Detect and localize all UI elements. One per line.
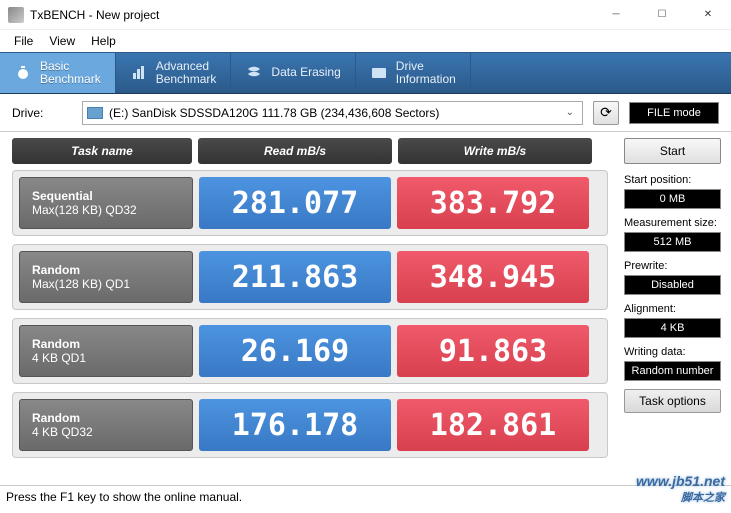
task-cell[interactable]: SequentialMax(128 KB) QD32	[19, 177, 193, 229]
read-value: 211.863	[199, 251, 391, 303]
task-sub: Max(128 KB) QD1	[32, 277, 192, 291]
title-bar: TxBENCH - New project ─ ☐ ✕	[0, 0, 731, 30]
task-sub: Max(128 KB) QD32	[32, 203, 192, 217]
results-panel: Task name Read mB/s Write mB/s Sequentia…	[0, 132, 620, 485]
disk-icon	[87, 107, 103, 119]
task-cell[interactable]: Random4 KB QD1	[19, 325, 193, 377]
start-button[interactable]: Start	[624, 138, 721, 164]
reload-button[interactable]: ⟳	[593, 101, 619, 125]
startpos-label: Start position:	[624, 174, 721, 186]
tab-advanced-benchmark[interactable]: Advanced Benchmark	[116, 53, 232, 93]
stopwatch-icon	[14, 64, 32, 82]
meassize-label: Measurement size:	[624, 217, 721, 229]
drive-select[interactable]: (E:) SanDisk SDSSDA120G 111.78 GB (234,4…	[82, 101, 583, 125]
window-title: TxBENCH - New project	[30, 8, 593, 22]
startpos-value[interactable]: 0 MB	[624, 189, 721, 209]
header-task: Task name	[12, 138, 192, 164]
writedata-value[interactable]: Random number	[624, 361, 721, 381]
menu-bar: File View Help	[0, 30, 731, 52]
bars-icon	[130, 64, 148, 82]
align-value[interactable]: 4 KB	[624, 318, 721, 338]
writedata-label: Writing data:	[624, 346, 721, 358]
tab-data-erasing[interactable]: Data Erasing	[231, 53, 355, 93]
read-value: 176.178	[199, 399, 391, 451]
result-row: Random4 KB QD32176.178182.861	[12, 392, 608, 458]
tab-drive-information[interactable]: Drive Information	[356, 53, 471, 93]
status-bar: Press the F1 key to show the online manu…	[0, 485, 731, 507]
task-title: Sequential	[32, 189, 192, 203]
file-mode-button[interactable]: FILE mode	[629, 102, 719, 124]
drive-icon	[370, 64, 388, 82]
close-button[interactable]: ✕	[685, 0, 731, 29]
task-options-button[interactable]: Task options	[624, 389, 721, 413]
menu-view[interactable]: View	[41, 34, 83, 48]
meassize-value[interactable]: 512 MB	[624, 232, 721, 252]
menu-file[interactable]: File	[6, 34, 41, 48]
menu-help[interactable]: Help	[83, 34, 124, 48]
prewrite-value[interactable]: Disabled	[624, 275, 721, 295]
task-sub: 4 KB QD1	[32, 351, 192, 365]
tab-label: Basic Benchmark	[40, 60, 101, 86]
erase-icon	[245, 64, 263, 82]
read-value: 26.169	[199, 325, 391, 377]
tab-bar: Basic Benchmark Advanced Benchmark Data …	[0, 52, 731, 94]
tab-label: Advanced Benchmark	[156, 60, 217, 86]
task-cell[interactable]: RandomMax(128 KB) QD1	[19, 251, 193, 303]
tab-label: Data Erasing	[271, 66, 340, 79]
header-read: Read mB/s	[198, 138, 392, 164]
watermark: www.jb51.net 脚本之家	[636, 473, 725, 505]
task-sub: 4 KB QD32	[32, 425, 192, 439]
write-value: 91.863	[397, 325, 589, 377]
write-value: 182.861	[397, 399, 589, 451]
maximize-button[interactable]: ☐	[639, 0, 685, 29]
task-title: Random	[32, 263, 192, 277]
drive-label: Drive:	[12, 106, 72, 120]
status-text: Press the F1 key to show the online manu…	[6, 490, 242, 504]
align-label: Alignment:	[624, 303, 721, 315]
result-row: RandomMax(128 KB) QD1211.863348.945	[12, 244, 608, 310]
side-panel: Start Start position: 0 MB Measurement s…	[620, 132, 731, 485]
write-value: 348.945	[397, 251, 589, 303]
task-title: Random	[32, 411, 192, 425]
result-row: Random4 KB QD126.16991.863	[12, 318, 608, 384]
header-write: Write mB/s	[398, 138, 592, 164]
drive-value: (E:) SanDisk SDSSDA120G 111.78 GB (234,4…	[109, 106, 439, 120]
read-value: 281.077	[199, 177, 391, 229]
result-row: SequentialMax(128 KB) QD32281.077383.792	[12, 170, 608, 236]
tab-label: Drive Information	[396, 60, 456, 86]
minimize-button[interactable]: ─	[593, 0, 639, 29]
chevron-down-icon: ⌄	[566, 107, 578, 118]
drive-bar: Drive: (E:) SanDisk SDSSDA120G 111.78 GB…	[0, 94, 731, 132]
task-cell[interactable]: Random4 KB QD32	[19, 399, 193, 451]
write-value: 383.792	[397, 177, 589, 229]
prewrite-label: Prewrite:	[624, 260, 721, 272]
app-icon	[8, 7, 24, 23]
tab-basic-benchmark[interactable]: Basic Benchmark	[0, 53, 116, 93]
task-title: Random	[32, 337, 192, 351]
